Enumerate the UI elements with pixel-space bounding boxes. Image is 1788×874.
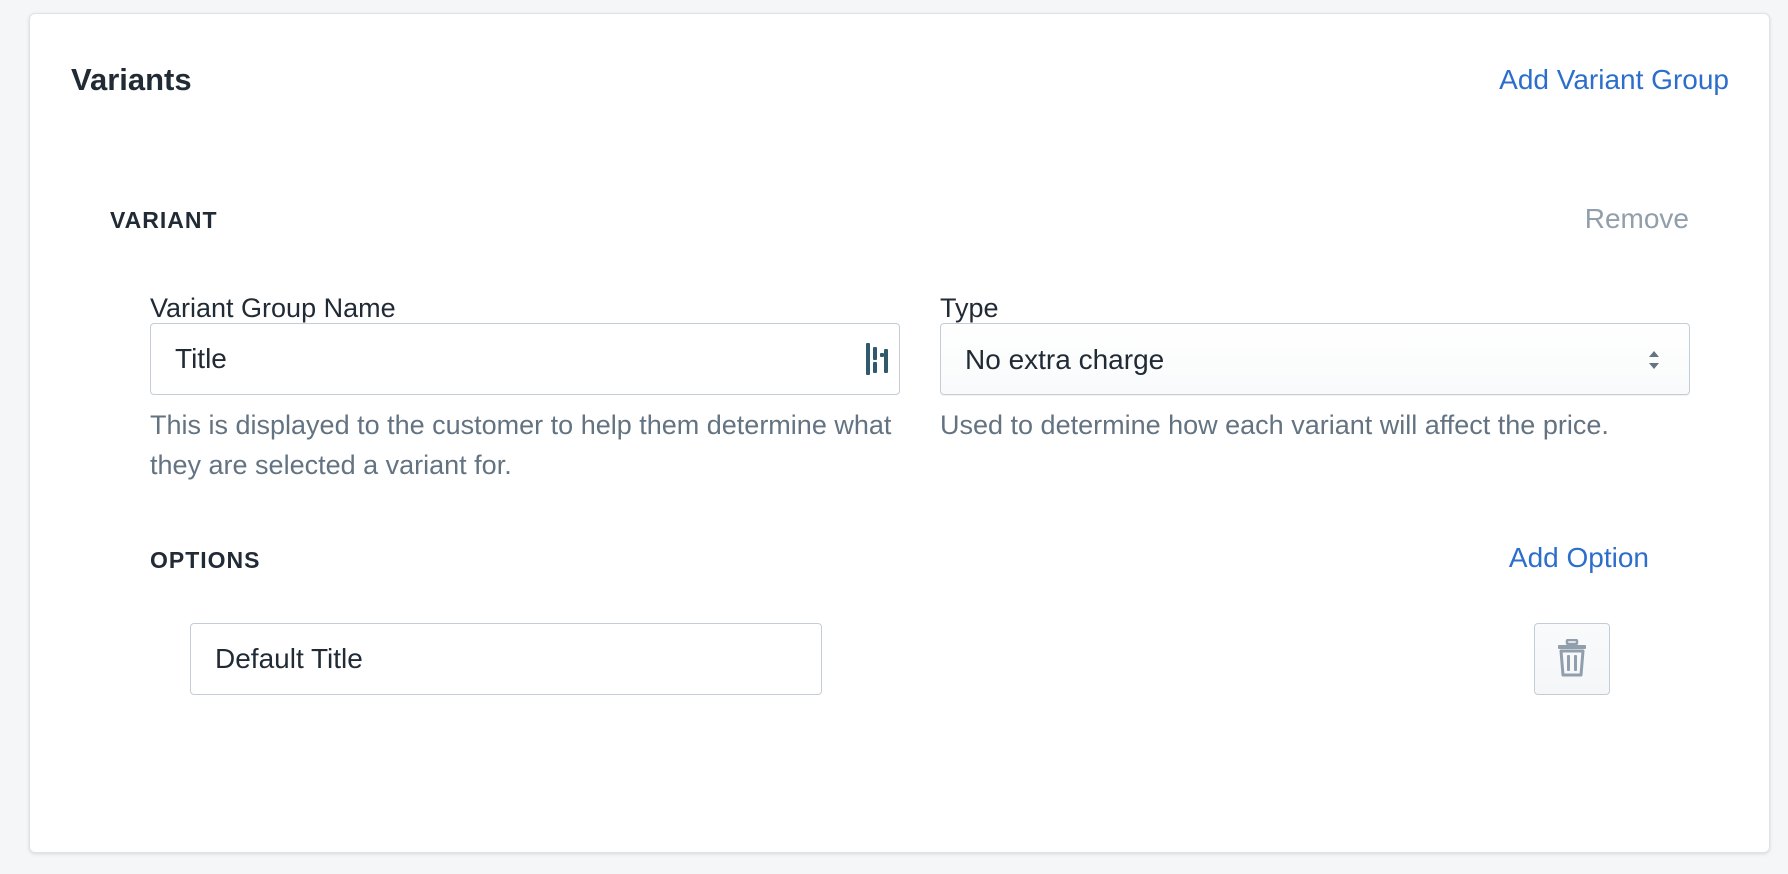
type-label: Type xyxy=(940,293,999,323)
add-variant-group-link[interactable]: Add Variant Group xyxy=(1499,62,1729,98)
select-arrows-icon xyxy=(1647,348,1661,372)
variant-group-name-input[interactable] xyxy=(150,323,900,395)
delete-option-button[interactable] xyxy=(1534,623,1610,695)
remove-variant-link[interactable]: Remove xyxy=(1585,201,1689,237)
type-select[interactable]: No extra charge xyxy=(940,323,1690,395)
variant-group-name-label: Variant Group Name xyxy=(150,293,396,323)
card-title: Variants xyxy=(71,62,192,97)
add-option-link[interactable]: Add Option xyxy=(1509,540,1649,576)
options-heading: OPTIONS xyxy=(150,547,261,573)
option-value-input[interactable] xyxy=(190,623,822,695)
variant-group-name-help: This is displayed to the customer to hel… xyxy=(150,410,892,480)
type-select-value: No extra charge xyxy=(965,344,1165,375)
type-help: Used to determine how each variant will … xyxy=(940,410,1609,440)
password-manager-icon[interactable] xyxy=(866,343,888,375)
variants-card: Variants Add Variant Group VARIANT Remov… xyxy=(29,13,1770,853)
variant-heading: VARIANT xyxy=(110,207,218,233)
trash-icon xyxy=(1557,638,1587,680)
